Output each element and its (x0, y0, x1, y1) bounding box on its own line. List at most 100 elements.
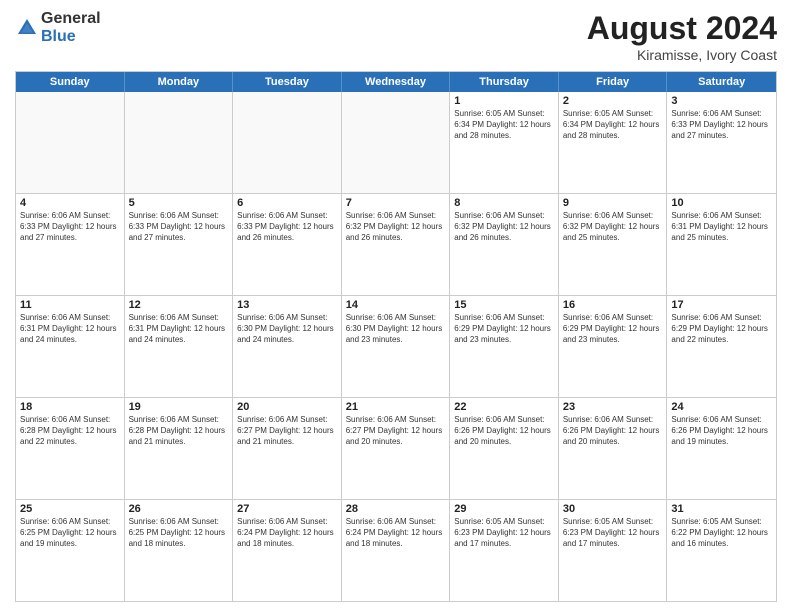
day-number: 21 (346, 401, 446, 413)
day-info: Sunrise: 6:06 AM Sunset: 6:29 PM Dayligh… (563, 313, 663, 345)
calendar-cell (342, 92, 451, 193)
calendar-cell: 6 Sunrise: 6:06 AM Sunset: 6:33 PM Daylig… (233, 194, 342, 295)
day-number: 18 (20, 401, 120, 413)
header-cell-sunday: Sunday (16, 72, 125, 92)
calendar-cell: 13 Sunrise: 6:06 AM Sunset: 6:30 PM Dayli… (233, 296, 342, 397)
calendar-row: 18 Sunrise: 6:06 AM Sunset: 6:28 PM Dayli… (16, 397, 776, 499)
day-number: 28 (346, 503, 446, 515)
day-number: 15 (454, 299, 554, 311)
day-info: Sunrise: 6:06 AM Sunset: 6:25 PM Dayligh… (20, 517, 120, 549)
day-number: 12 (129, 299, 229, 311)
day-number: 22 (454, 401, 554, 413)
calendar-cell: 12 Sunrise: 6:06 AM Sunset: 6:31 PM Dayli… (125, 296, 234, 397)
logo: General Blue (15, 10, 101, 45)
day-info: Sunrise: 6:06 AM Sunset: 6:29 PM Dayligh… (671, 313, 772, 345)
title-block: August 2024 Kiramisse, Ivory Coast (587, 10, 777, 63)
day-number: 9 (563, 197, 663, 209)
header: General Blue August 2024 Kiramisse, Ivor… (15, 10, 777, 63)
day-info: Sunrise: 6:06 AM Sunset: 6:28 PM Dayligh… (20, 415, 120, 447)
calendar-body: 1 Sunrise: 6:05 AM Sunset: 6:34 PM Daylig… (16, 92, 776, 601)
day-info: Sunrise: 6:06 AM Sunset: 6:26 PM Dayligh… (671, 415, 772, 447)
day-number: 23 (563, 401, 663, 413)
calendar-cell: 31 Sunrise: 6:05 AM Sunset: 6:22 PM Dayli… (667, 500, 776, 601)
day-info: Sunrise: 6:06 AM Sunset: 6:32 PM Dayligh… (454, 211, 554, 243)
logo-blue: Blue (41, 28, 76, 45)
calendar-row: 11 Sunrise: 6:06 AM Sunset: 6:31 PM Dayli… (16, 295, 776, 397)
day-info: Sunrise: 6:06 AM Sunset: 6:30 PM Dayligh… (346, 313, 446, 345)
day-number: 24 (671, 401, 772, 413)
header-cell-monday: Monday (125, 72, 234, 92)
day-number: 6 (237, 197, 337, 209)
day-number: 13 (237, 299, 337, 311)
calendar-cell: 16 Sunrise: 6:06 AM Sunset: 6:29 PM Dayli… (559, 296, 668, 397)
calendar: SundayMondayTuesdayWednesdayThursdayFrid… (15, 71, 777, 602)
header-cell-tuesday: Tuesday (233, 72, 342, 92)
day-info: Sunrise: 6:06 AM Sunset: 6:30 PM Dayligh… (237, 313, 337, 345)
day-info: Sunrise: 6:05 AM Sunset: 6:22 PM Dayligh… (671, 517, 772, 549)
day-info: Sunrise: 6:06 AM Sunset: 6:27 PM Dayligh… (346, 415, 446, 447)
day-number: 10 (671, 197, 772, 209)
day-info: Sunrise: 6:06 AM Sunset: 6:33 PM Dayligh… (671, 109, 772, 141)
calendar-cell: 24 Sunrise: 6:06 AM Sunset: 6:26 PM Dayli… (667, 398, 776, 499)
day-info: Sunrise: 6:06 AM Sunset: 6:33 PM Dayligh… (129, 211, 229, 243)
logo-general: General (41, 10, 101, 27)
day-info: Sunrise: 6:06 AM Sunset: 6:33 PM Dayligh… (20, 211, 120, 243)
day-number: 11 (20, 299, 120, 311)
calendar-cell: 26Sunrise: 6:06 AM Sunset: 6:25 PM Dayli… (125, 500, 234, 601)
day-info: Sunrise: 6:06 AM Sunset: 6:27 PM Dayligh… (237, 415, 337, 447)
day-number: 8 (454, 197, 554, 209)
calendar-cell: 10Sunrise: 6:06 AM Sunset: 6:31 PM Dayli… (667, 194, 776, 295)
calendar-cell: 3 Sunrise: 6:06 AM Sunset: 6:33 PM Daylig… (667, 92, 776, 193)
calendar-row: 4 Sunrise: 6:06 AM Sunset: 6:33 PM Daylig… (16, 193, 776, 295)
day-info: Sunrise: 6:06 AM Sunset: 6:29 PM Dayligh… (454, 313, 554, 345)
day-info: Sunrise: 6:05 AM Sunset: 6:23 PM Dayligh… (563, 517, 663, 549)
calendar-cell: 15 Sunrise: 6:06 AM Sunset: 6:29 PM Dayli… (450, 296, 559, 397)
calendar-cell: 22 Sunrise: 6:06 AM Sunset: 6:26 PM Dayli… (450, 398, 559, 499)
day-number: 5 (129, 197, 229, 209)
header-cell-thursday: Thursday (450, 72, 559, 92)
calendar-cell: 9 Sunrise: 6:06 AM Sunset: 6:32 PM Daylig… (559, 194, 668, 295)
calendar-cell: 25Sunrise: 6:06 AM Sunset: 6:25 PM Dayli… (16, 500, 125, 601)
calendar-row: 1 Sunrise: 6:05 AM Sunset: 6:34 PM Daylig… (16, 92, 776, 193)
header-cell-friday: Friday (559, 72, 668, 92)
day-number: 1 (454, 95, 554, 107)
logo-text: General Blue (41, 10, 101, 45)
calendar-header: SundayMondayTuesdayWednesdayThursdayFrid… (16, 72, 776, 92)
day-info: Sunrise: 6:06 AM Sunset: 6:32 PM Dayligh… (563, 211, 663, 243)
calendar-cell (125, 92, 234, 193)
day-info: Sunrise: 6:06 AM Sunset: 6:31 PM Dayligh… (20, 313, 120, 345)
day-number: 17 (671, 299, 772, 311)
day-info: Sunrise: 6:06 AM Sunset: 6:24 PM Dayligh… (237, 517, 337, 549)
day-number: 3 (671, 95, 772, 107)
calendar-cell: 8 Sunrise: 6:06 AM Sunset: 6:32 PM Daylig… (450, 194, 559, 295)
day-number: 20 (237, 401, 337, 413)
calendar-cell: 21 Sunrise: 6:06 AM Sunset: 6:27 PM Dayli… (342, 398, 451, 499)
day-number: 16 (563, 299, 663, 311)
day-info: Sunrise: 6:05 AM Sunset: 6:34 PM Dayligh… (563, 109, 663, 141)
day-info: Sunrise: 6:06 AM Sunset: 6:31 PM Dayligh… (129, 313, 229, 345)
day-info: Sunrise: 6:06 AM Sunset: 6:26 PM Dayligh… (454, 415, 554, 447)
day-number: 7 (346, 197, 446, 209)
calendar-cell: 30Sunrise: 6:05 AM Sunset: 6:23 PM Dayli… (559, 500, 668, 601)
day-info: Sunrise: 6:06 AM Sunset: 6:25 PM Dayligh… (129, 517, 229, 549)
subtitle: Kiramisse, Ivory Coast (587, 47, 777, 63)
logo-icon (15, 16, 39, 40)
calendar-cell: 5 Sunrise: 6:06 AM Sunset: 6:33 PM Daylig… (125, 194, 234, 295)
day-number: 19 (129, 401, 229, 413)
day-number: 31 (671, 503, 772, 515)
calendar-cell: 17 Sunrise: 6:06 AM Sunset: 6:29 PM Dayli… (667, 296, 776, 397)
day-info: Sunrise: 6:06 AM Sunset: 6:26 PM Dayligh… (563, 415, 663, 447)
calendar-cell: 1Sunrise: 6:05 AM Sunset: 6:34 PM Daylig… (450, 92, 559, 193)
page: General Blue August 2024 Kiramisse, Ivor… (0, 0, 792, 612)
calendar-cell: 19 Sunrise: 6:06 AM Sunset: 6:28 PM Dayli… (125, 398, 234, 499)
day-number: 4 (20, 197, 120, 209)
calendar-cell (16, 92, 125, 193)
calendar-cell: 2Sunrise: 6:05 AM Sunset: 6:34 PM Daylig… (559, 92, 668, 193)
calendar-cell: 14Sunrise: 6:06 AM Sunset: 6:30 PM Dayli… (342, 296, 451, 397)
day-info: Sunrise: 6:05 AM Sunset: 6:23 PM Dayligh… (454, 517, 554, 549)
calendar-cell: 18 Sunrise: 6:06 AM Sunset: 6:28 PM Dayli… (16, 398, 125, 499)
day-info: Sunrise: 6:06 AM Sunset: 6:28 PM Dayligh… (129, 415, 229, 447)
calendar-cell: 23 Sunrise: 6:06 AM Sunset: 6:26 PM Dayli… (559, 398, 668, 499)
calendar-cell (233, 92, 342, 193)
day-info: Sunrise: 6:06 AM Sunset: 6:33 PM Dayligh… (237, 211, 337, 243)
